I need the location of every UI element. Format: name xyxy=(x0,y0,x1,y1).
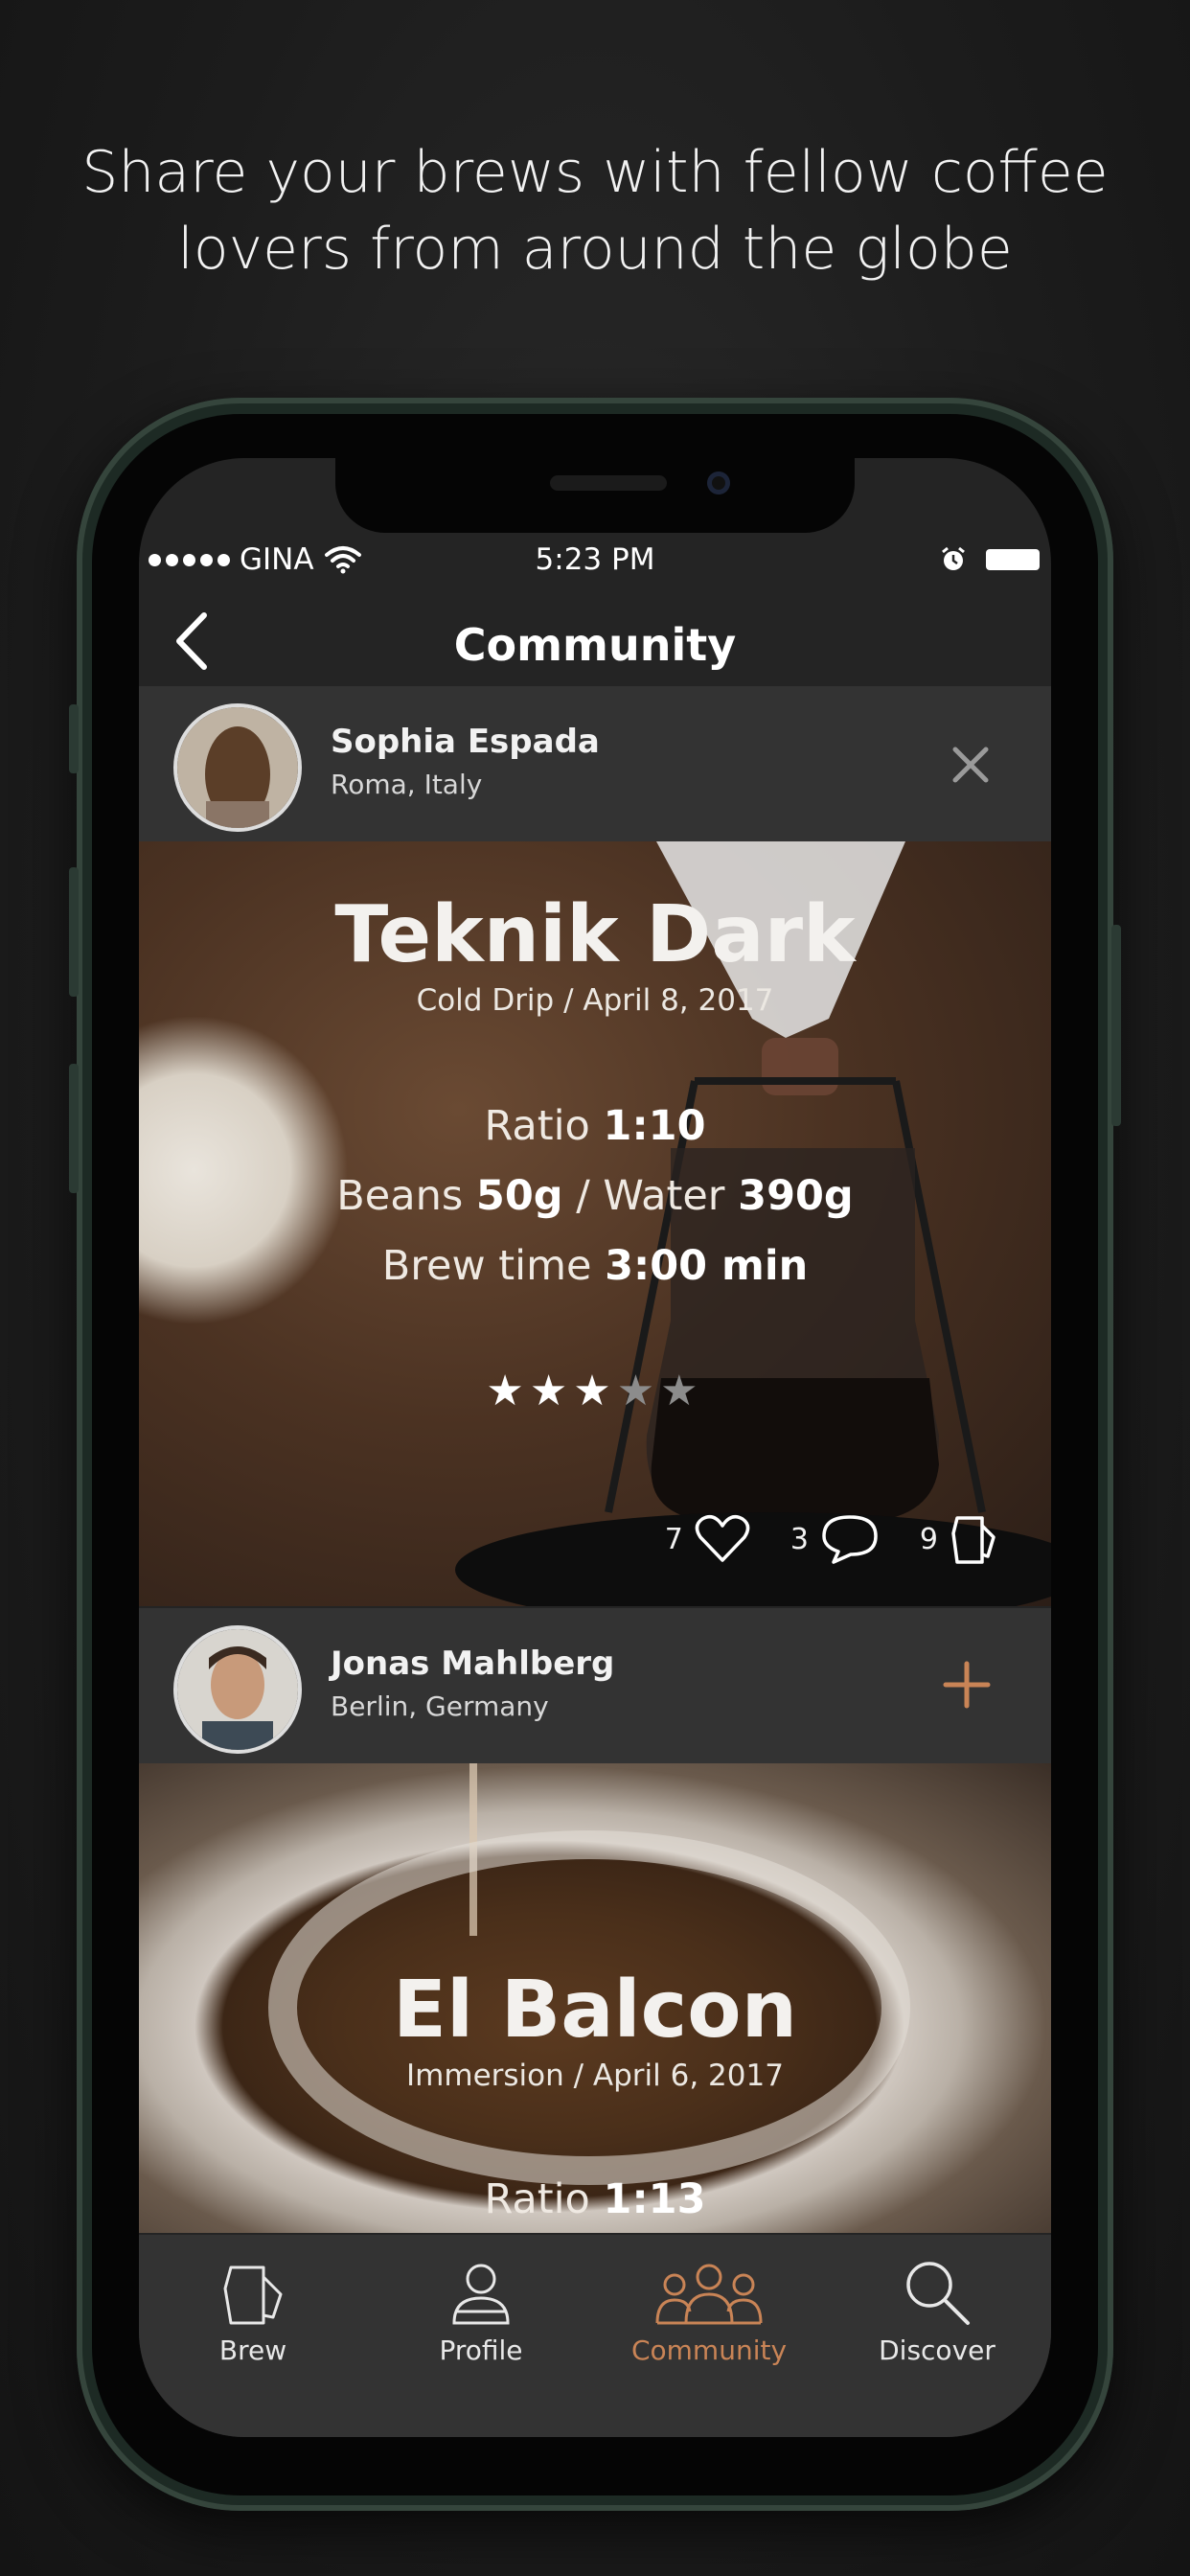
brew-card[interactable]: Teknik Dark Cold Drip / April 8, 2017 Ra… xyxy=(139,841,1051,1606)
brew-subtitle: Cold Drip / April 8, 2017 xyxy=(416,983,774,1018)
post-user-row[interactable]: Jonas Mahlberg Berlin, Germany xyxy=(139,1608,1051,1763)
tab-label: Brew xyxy=(218,2334,287,2366)
tab-bar: Brew Profile Community Discover xyxy=(139,2235,1051,2437)
person-icon xyxy=(452,2264,510,2325)
tab-profile[interactable]: Profile xyxy=(367,2252,595,2366)
speaker xyxy=(550,475,667,491)
app-screen: GINA 5:23 PM Community Sophia Espada Rom… xyxy=(139,458,1051,2437)
brews-count: 9 xyxy=(919,1522,938,1556)
star-icon: ★ xyxy=(529,1367,574,1415)
comment-icon[interactable] xyxy=(820,1513,880,1565)
alarm-icon xyxy=(942,546,965,570)
marketing-headline: Share your brews with fellow coffee love… xyxy=(0,134,1190,288)
user-location: Berlin, Germany xyxy=(331,1690,549,1722)
brews-metric[interactable]: 9 xyxy=(920,1512,997,1566)
nav-bar: Community xyxy=(139,590,1051,686)
ratio-stat: Ratio 1:13 xyxy=(484,2175,706,2223)
beans-water-stat: Beans 50g / Water 390g xyxy=(336,1172,854,1220)
status-bar: GINA 5:23 PM xyxy=(139,533,1051,590)
heart-icon[interactable] xyxy=(695,1514,750,1564)
phone-side-button xyxy=(69,704,79,773)
headline-line-2: lovers from around the globe xyxy=(177,216,1013,283)
user-name[interactable]: Jonas Mahlberg xyxy=(331,1644,614,1683)
tab-community[interactable]: Community xyxy=(595,2252,823,2366)
comments-count: 3 xyxy=(790,1522,809,1556)
pitcher-icon[interactable] xyxy=(950,1512,997,1566)
close-icon[interactable] xyxy=(950,744,992,786)
page-title: Community xyxy=(453,619,737,671)
front-camera xyxy=(707,472,730,494)
post-user-row[interactable]: Sophia Espada Roma, Italy xyxy=(139,686,1051,841)
comments-metric[interactable]: 3 xyxy=(790,1513,880,1565)
avatar[interactable] xyxy=(173,703,302,832)
headline-line-1: Share your brews with fellow coffee xyxy=(81,139,1109,206)
brew-card[interactable]: El Balcon Immersion / April 6, 2017 Rati… xyxy=(139,1763,1051,2233)
brew-subtitle: Immersion / April 6, 2017 xyxy=(406,2058,784,2093)
notch xyxy=(335,458,855,533)
tab-label: Community xyxy=(630,2334,788,2366)
group-icon xyxy=(655,2264,763,2325)
phone-volume-up xyxy=(69,867,79,997)
star-icon: ★ xyxy=(486,1367,530,1415)
brew-title: El Balcon xyxy=(393,1965,797,2056)
status-time: 5:23 PM xyxy=(535,542,655,577)
rating-stars: ★★★★★ xyxy=(139,1367,1051,1415)
brew-title: Teknik Dark xyxy=(334,889,856,980)
battery-icon xyxy=(986,549,1040,570)
likes-count: 7 xyxy=(664,1522,683,1556)
star-icon: ★ xyxy=(660,1367,704,1415)
tab-discover[interactable]: Discover xyxy=(823,2252,1051,2366)
avatar[interactable] xyxy=(173,1625,302,1754)
tab-label: Discover xyxy=(879,2334,995,2366)
phone-power-button xyxy=(1111,925,1121,1126)
user-location: Roma, Italy xyxy=(331,769,483,800)
phone-volume-down xyxy=(69,1064,79,1193)
star-icon: ★ xyxy=(616,1367,661,1415)
tab-brew[interactable]: Brew xyxy=(139,2252,367,2366)
plus-icon[interactable] xyxy=(942,1660,992,1710)
brew-time-stat: Brew time 3:00 min xyxy=(381,1242,809,1290)
ratio-stat: Ratio 1:10 xyxy=(484,1102,706,1150)
search-icon xyxy=(906,2262,970,2325)
user-name[interactable]: Sophia Espada xyxy=(331,723,600,761)
likes-metric[interactable]: 7 xyxy=(665,1514,750,1564)
pitcher-icon xyxy=(223,2266,283,2325)
star-icon: ★ xyxy=(573,1367,617,1415)
post-metrics: 7 3 9 xyxy=(665,1512,997,1566)
tab-label: Profile xyxy=(439,2334,523,2366)
